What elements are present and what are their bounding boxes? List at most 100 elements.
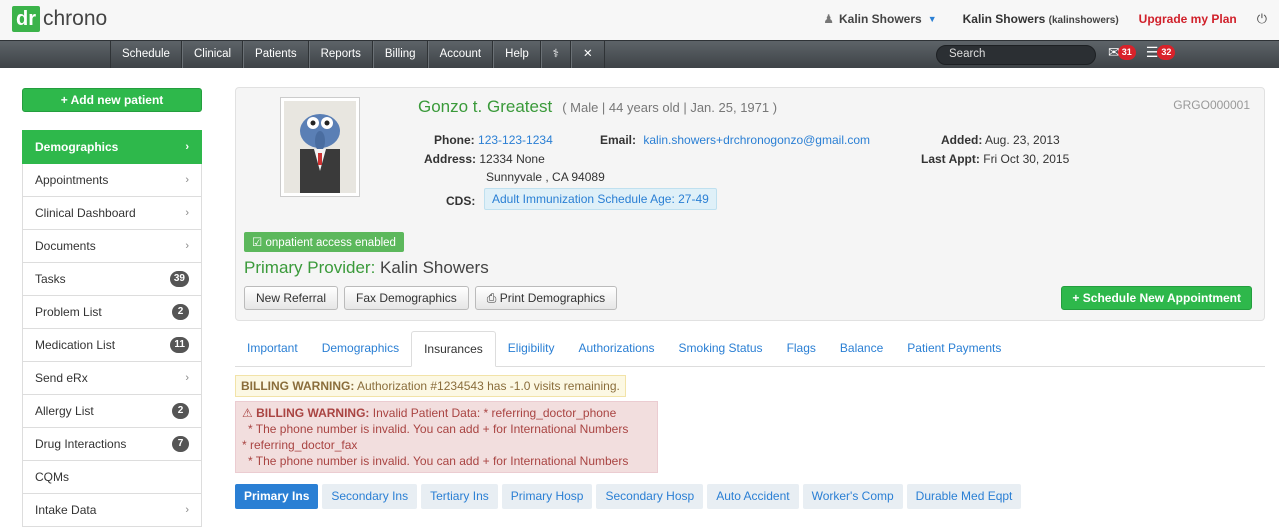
subtab-secondary-hosp[interactable]: Secondary Hosp — [596, 484, 704, 509]
chevron-right-icon: › — [185, 372, 189, 384]
search-input[interactable]: Search — [936, 45, 1096, 65]
warning-line4: * The phone number is invalid. You can a… — [248, 454, 629, 468]
patient-name: Gonzo t. Greatest — [418, 97, 553, 116]
sidebar-item-label: Allergy List — [35, 404, 94, 418]
tab-smoking-status[interactable]: Smoking Status — [667, 331, 775, 367]
sidebar-item-demographics[interactable]: Demographics › — [22, 130, 202, 164]
sidebar-item-label: Documents — [35, 239, 96, 253]
sidebar-item-label: Demographics — [35, 140, 119, 154]
sidebar-item-send-erx[interactable]: Send eRx › — [22, 362, 202, 395]
patient-sidebar: Demographics › Appointments › Clinical D… — [22, 130, 202, 527]
top-bar: dr chrono ♟ Kalin Showers ▼ Kalin Shower… — [0, 0, 1279, 40]
subtab-primary-hosp[interactable]: Primary Hosp — [501, 484, 593, 509]
add-new-patient-button[interactable]: + Add new patient — [22, 88, 202, 112]
upgrade-plan-link[interactable]: Upgrade my Plan — [1139, 12, 1237, 26]
tab-balance[interactable]: Balance — [828, 331, 895, 367]
user-menu[interactable]: ♟ Kalin Showers ▼ — [823, 12, 936, 26]
user-account[interactable]: Kalin Showers (kalinshowers) — [963, 12, 1119, 26]
tab-authorizations[interactable]: Authorizations — [566, 331, 666, 367]
cds-badge[interactable]: Adult Immunization Schedule Age: 27-49 — [484, 188, 717, 210]
subtab-workers-comp[interactable]: Worker's Comp — [802, 484, 903, 509]
nav-account[interactable]: Account — [427, 41, 494, 68]
address-line2: Sunnyvale , CA 94089 — [486, 170, 605, 184]
sidebar-item-label: Drug Interactions — [35, 437, 127, 451]
tab-important[interactable]: Important — [235, 331, 310, 367]
phone-value[interactable]: 123-123-1234 — [478, 133, 553, 147]
warning-line3: * referring_doctor_fax — [242, 438, 358, 452]
email-label: Email: — [600, 133, 637, 147]
sidebar-item-tasks[interactable]: Tasks 39 — [22, 263, 202, 296]
schedule-new-appointment-button[interactable]: + Schedule New Appointment — [1061, 286, 1252, 310]
onpatient-access-badge: ☑ onpatient access enabled — [244, 232, 404, 252]
last-appt-row: Last Appt: Fri Oct 30, 2015 — [921, 152, 1069, 166]
provider-label: Primary Provider: — [244, 258, 376, 277]
sidebar-item-label: Tasks — [35, 272, 66, 286]
nav-billing[interactable]: Billing — [372, 41, 428, 68]
warning-title: BILLING WARNING: — [241, 379, 355, 393]
last-appt-label: Last Appt: — [921, 152, 980, 166]
nav-reports[interactable]: Reports — [308, 41, 373, 68]
added-label: Added: — [941, 133, 983, 147]
print-demographics-button[interactable]: ⎙ Print Demographics — [474, 286, 618, 310]
subtab-auto-accident[interactable]: Auto Accident — [707, 484, 799, 509]
caduceus-icon[interactable]: ⚕ — [540, 41, 572, 68]
cds-label: CDS: — [446, 194, 476, 208]
drchrono-logo[interactable]: dr chrono — [12, 6, 107, 32]
count-badge: 39 — [169, 271, 189, 287]
count-badge: 2 — [172, 304, 189, 320]
user-icon: ♟ — [823, 12, 834, 26]
subtab-durable-med-eqpt[interactable]: Durable Med Eqpt — [906, 484, 1022, 509]
warning-line1: Invalid Patient Data: * referring_doctor… — [372, 406, 617, 420]
subtab-primary-ins[interactable]: Primary Ins — [235, 484, 319, 509]
sidebar-item-label: Send eRx — [35, 371, 88, 385]
user-name: Kalin Showers — [962, 12, 1046, 26]
email-value[interactable]: kalin.showers+drchronogonzo@gmail.com — [643, 133, 870, 147]
access-label: onpatient access enabled — [265, 237, 396, 249]
count-badge: 11 — [170, 337, 189, 353]
last-appt-value: Fri Oct 30, 2015 — [983, 152, 1070, 166]
count-badge: 7 — [172, 436, 189, 452]
sidebar-item-clinical-dashboard[interactable]: Clinical Dashboard › — [22, 197, 202, 230]
tools-icon[interactable]: ✕ — [571, 41, 605, 68]
insurance-subtabs: Primary Ins Secondary Ins Tertiary Ins P… — [235, 484, 1025, 509]
tab-insurances[interactable]: Insurances — [411, 331, 496, 367]
sidebar-item-problem-list[interactable]: Problem List 2 — [22, 296, 202, 329]
sidebar-item-appointments[interactable]: Appointments › — [22, 164, 202, 197]
tab-flags[interactable]: Flags — [775, 331, 828, 367]
sidebar-item-allergy-list[interactable]: Allergy List 2 — [22, 395, 202, 428]
email-row: Email: kalin.showers+drchronogonzo@gmail… — [600, 133, 870, 147]
patient-name-line: Gonzo t. Greatest ( Male | 44 years old |… — [418, 97, 777, 117]
address-line1: 12334 None — [479, 152, 545, 166]
patient-photo[interactable] — [280, 97, 360, 197]
subtab-tertiary-ins[interactable]: Tertiary Ins — [421, 484, 498, 509]
nav-clinical[interactable]: Clinical — [181, 41, 244, 68]
added-value: Aug. 23, 2013 — [985, 133, 1060, 147]
tab-demographics[interactable]: Demographics — [310, 331, 411, 367]
fax-demographics-button[interactable]: Fax Demographics — [344, 286, 469, 310]
provider-name: Kalin Showers — [380, 258, 489, 277]
sidebar-item-intake-data[interactable]: Intake Data › — [22, 494, 202, 527]
nav-schedule[interactable]: Schedule — [110, 41, 182, 68]
tab-eligibility[interactable]: Eligibility — [496, 331, 567, 367]
new-referral-button[interactable]: New Referral — [244, 286, 339, 310]
subtab-secondary-ins[interactable]: Secondary Ins — [322, 484, 418, 509]
nav-patients[interactable]: Patients — [243, 41, 309, 68]
tab-patient-payments[interactable]: Patient Payments — [895, 331, 1013, 367]
chevron-right-icon: › — [185, 504, 189, 516]
address-row: Address: 12334 None — [424, 152, 545, 166]
user-handle: (kalinshowers) — [1048, 15, 1119, 26]
chevron-right-icon: › — [185, 141, 189, 153]
power-icon[interactable]: ⏻ — [1257, 11, 1267, 27]
sidebar-item-medication-list[interactable]: Medication List 11 — [22, 329, 202, 362]
warning-line2: * The phone number is invalid. You can a… — [248, 422, 629, 436]
added-row: Added: Aug. 23, 2013 — [941, 133, 1060, 147]
warning-triangle-icon: ⚠ — [242, 406, 253, 420]
sidebar-item-cqms[interactable]: CQMs — [22, 461, 202, 494]
sidebar-item-documents[interactable]: Documents › — [22, 230, 202, 263]
nav-help[interactable]: Help — [493, 41, 541, 68]
chevron-right-icon: › — [185, 174, 189, 186]
primary-provider: Primary Provider: Kalin Showers — [244, 258, 489, 278]
count-badge: 2 — [172, 403, 189, 419]
sidebar-item-drug-interactions[interactable]: Drug Interactions 7 — [22, 428, 202, 461]
logo-chrono: chrono — [43, 7, 108, 30]
